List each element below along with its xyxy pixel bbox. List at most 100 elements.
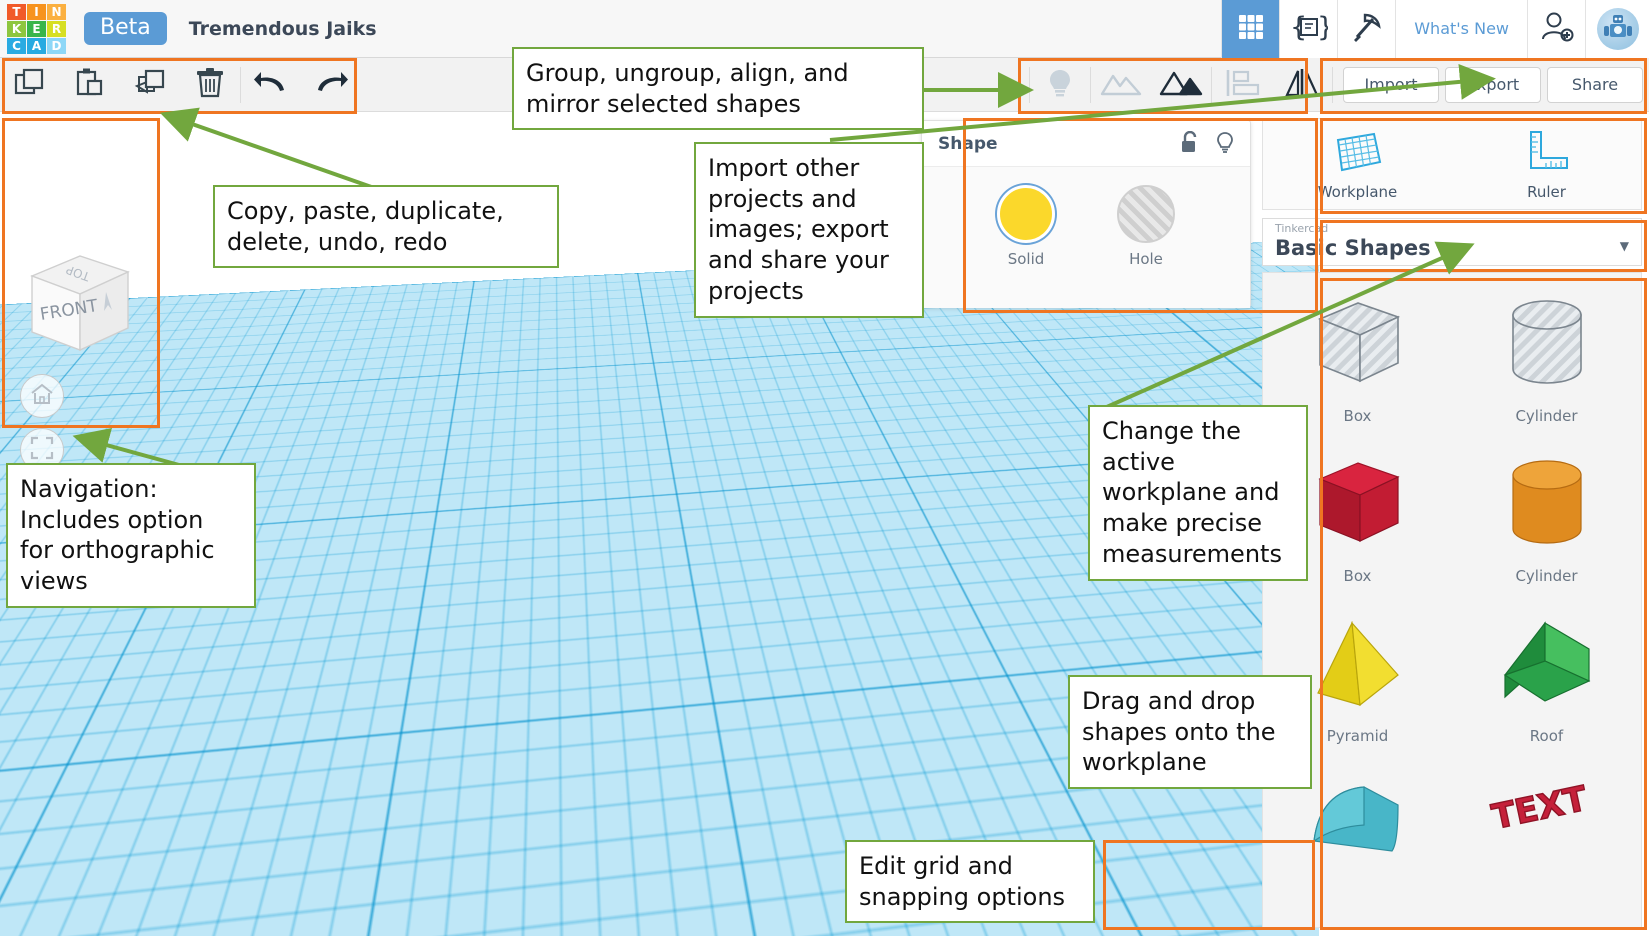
ungroup-button[interactable] [1151, 58, 1211, 111]
mirror-button[interactable] [1272, 58, 1332, 111]
workplane-icon [1332, 128, 1384, 178]
ann-workplane: Change the active workplane and make pre… [1088, 405, 1308, 581]
workplane-tool-label: Workplane [1318, 183, 1398, 201]
lightbulb-icon [1045, 67, 1075, 103]
logo-letter: E [27, 21, 46, 37]
add-person-icon [1540, 11, 1574, 47]
mug-shape[interactable] [420, 412, 840, 772]
duplicate-button[interactable] [120, 58, 180, 111]
home-view-button[interactable] [20, 374, 64, 418]
hole-swatch[interactable] [1117, 185, 1175, 243]
chevron-down-icon: ▼ [1620, 239, 1629, 253]
align-button[interactable] [1212, 58, 1272, 111]
shape-item-label: Cylinder [1515, 567, 1577, 585]
ann-grid: Edit grid and snapping options [845, 840, 1095, 923]
top-bar-right: { } What's New [1221, 0, 1649, 58]
ruler-tool-label: Ruler [1527, 183, 1566, 201]
shape-item-text[interactable]: TEXT [1452, 753, 1641, 913]
ann-copy: Copy, paste, duplicate, delete, undo, re… [213, 185, 559, 268]
solid-label: Solid [1008, 250, 1045, 268]
align-icon [1222, 67, 1262, 103]
shape-item-cylinder-hole[interactable]: Cylinder [1452, 273, 1641, 433]
shape-item-label: Roof [1530, 727, 1563, 745]
ann-group: Group, ungroup, align, and mirror select… [512, 47, 924, 130]
beta-badge: Beta [84, 12, 167, 45]
shape-item-label: Box [1344, 407, 1372, 425]
project-title[interactable]: Tremendous Jaiks [189, 18, 377, 40]
copy-button[interactable] [0, 58, 60, 111]
undo-button[interactable] [241, 58, 301, 111]
undo-icon [253, 68, 289, 102]
group-icon [1099, 67, 1143, 103]
svg-text:}: } [1317, 12, 1328, 43]
shape-library-grid[interactable]: Box Cylinder Box Cylinde [1262, 272, 1642, 928]
fit-view-icon [30, 436, 54, 464]
ann-import: Import other projects and images; export… [694, 142, 924, 318]
shape-item-label: Cylinder [1515, 407, 1577, 425]
library-owner-label: Tinkercad [1275, 222, 1629, 235]
svg-text:TEXT: TEXT [1488, 779, 1591, 838]
tinkercad-app: T I N K E R C A D Beta Tremendous Jaiks [0, 0, 1649, 936]
export-button[interactable]: Export [1445, 67, 1541, 103]
shape-item-label: Pyramid [1327, 727, 1389, 745]
whats-new-link[interactable]: What's New [1395, 0, 1527, 58]
hole-option[interactable]: Hole [1117, 185, 1175, 308]
import-button[interactable]: Import [1343, 67, 1439, 103]
shape-properties-panel: Shape S [921, 120, 1251, 308]
shape-item-roof[interactable]: Roof [1452, 593, 1641, 753]
logo-letter: D [47, 38, 66, 54]
logo-letter: A [27, 38, 46, 54]
shape-library-dropdown[interactable]: Tinkercad Basic Shapes ▼ [1262, 218, 1642, 266]
redo-icon [313, 68, 349, 102]
logo-letter: C [7, 38, 26, 54]
ann-dragdrop: Drag and drop shapes onto the workplane [1068, 675, 1312, 789]
logo-letter: R [47, 21, 66, 37]
ruler-icon [1523, 128, 1571, 178]
whats-new-label: What's New [1414, 19, 1509, 38]
grid-view-button[interactable] [1221, 0, 1279, 58]
view-cube[interactable]: FRONT TOP [10, 240, 160, 364]
share-button[interactable]: Share [1547, 67, 1643, 103]
group-button[interactable] [1091, 58, 1151, 111]
svg-text:{: { [1290, 12, 1307, 43]
paste-icon [73, 66, 107, 104]
logo-letter: I [27, 4, 46, 20]
ungroup-icon [1158, 67, 1204, 103]
paste-button[interactable] [60, 58, 120, 111]
logo-letter: N [47, 4, 66, 20]
codeblocks-button[interactable]: { } [1279, 0, 1337, 58]
solid-swatch[interactable] [997, 185, 1055, 243]
hint-button[interactable] [1030, 58, 1090, 111]
shape-panel-body: Solid Hole [922, 167, 1250, 308]
unlock-icon[interactable] [1180, 131, 1200, 157]
tinkercad-logo[interactable]: T I N K E R C A D [7, 4, 66, 54]
workplane-ruler-bar: Workplane Ruler [1262, 118, 1642, 210]
shape-panel-header: Shape [922, 121, 1250, 167]
workplane-tool-button[interactable]: Workplane [1263, 119, 1452, 209]
codeblocks-icon: { } [1290, 11, 1328, 47]
library-name-label: Basic Shapes [1275, 235, 1629, 261]
add-person-button[interactable] [1527, 0, 1585, 58]
logo-letter: K [7, 21, 26, 37]
io-button-group: Import Export Share [1333, 67, 1649, 103]
grid-view-icon [1236, 12, 1266, 46]
user-avatar-button[interactable] [1585, 0, 1649, 58]
avatar [1597, 8, 1639, 50]
pickaxe-icon [1351, 11, 1383, 47]
logo-letter: T [7, 4, 26, 20]
edit-toolbar-right: Import Export Share [1029, 58, 1649, 112]
snap-grid-label: Snap Grid [1110, 904, 1208, 928]
redo-button[interactable] [301, 58, 361, 111]
mirror-icon [1282, 67, 1322, 103]
copy-icon [13, 66, 47, 104]
pickaxe-button[interactable] [1337, 0, 1395, 58]
shape-item-cylinder-solid[interactable]: Cylinder [1452, 433, 1641, 593]
ruler-tool-button[interactable]: Ruler [1452, 119, 1641, 209]
ann-navigation: Navigation: Includes option for orthogra… [6, 463, 256, 608]
shape-panel-title: Shape [938, 134, 998, 154]
lightbulb-icon[interactable] [1216, 131, 1234, 157]
delete-button[interactable] [180, 58, 240, 111]
home-icon [30, 383, 54, 409]
solid-option[interactable]: Solid [997, 185, 1055, 308]
shape-item-label: Box [1344, 567, 1372, 585]
